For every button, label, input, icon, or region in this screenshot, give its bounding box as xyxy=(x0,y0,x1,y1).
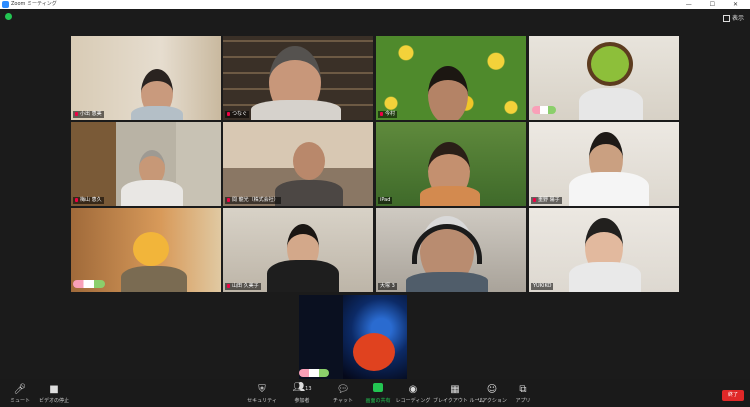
participant-name: 重野 陽子 xyxy=(531,197,562,204)
tomato-face-filter xyxy=(353,333,395,371)
participants-count: 13 xyxy=(305,386,312,392)
meeting-toolbar: 🎤︎ ミュート ■ ビデオの停止 ⛨ セキュリティ 👥︎13 参加者 💬︎ チャ… xyxy=(0,379,750,407)
breakout-rooms-button[interactable]: ▦ ブレイクアウト ルーム xyxy=(433,384,484,404)
mic-muted-icon xyxy=(533,197,536,202)
participant-body xyxy=(121,180,183,206)
video-tile-4[interactable] xyxy=(529,36,679,120)
participant-name: 大塚 3 xyxy=(378,283,397,290)
mic-muted-icon xyxy=(227,197,230,202)
share-screen-icon xyxy=(358,383,398,395)
video-camera-icon: ■ xyxy=(49,384,59,395)
video-tile-10[interactable]: 山田 久美子 xyxy=(223,208,373,292)
participant-body xyxy=(579,88,643,120)
mic-muted-icon xyxy=(75,111,78,116)
chat-bubble-icon: 💬︎ xyxy=(336,384,350,395)
participant-tshirt xyxy=(569,172,649,206)
record-button[interactable]: ◉ レコーディング xyxy=(393,384,433,404)
video-tile-6[interactable]: 間 龍光（株式会社） xyxy=(223,122,373,206)
apps-button[interactable]: ⧉ アプリ xyxy=(503,384,543,404)
chat-button[interactable]: 💬︎ チャット xyxy=(323,384,363,404)
participants-icon: 👥︎13 xyxy=(292,382,312,393)
view-button-label: 表示 xyxy=(731,15,744,22)
participant-body xyxy=(121,266,187,292)
participant-name: つなぐ xyxy=(225,111,250,118)
dango-sticker xyxy=(73,280,105,288)
participant-name: YUKIKO xyxy=(531,283,554,290)
dango-sticker xyxy=(299,369,329,377)
mic-muted-icon xyxy=(227,111,230,116)
video-tile-7[interactable]: iPad xyxy=(376,122,526,206)
participant-body xyxy=(569,262,641,292)
security-shield-icon[interactable] xyxy=(5,13,12,20)
window-title: Zoom ミーティング xyxy=(11,1,57,7)
video-tile-13[interactable] xyxy=(299,295,407,379)
video-tile-5[interactable]: 梅山 恵久 xyxy=(71,122,221,206)
participant-name: 小出 恵美 xyxy=(73,111,104,118)
window-titlebar: Zoom ミーティング — ☐ ✕ xyxy=(0,0,750,9)
window-controls[interactable]: — ☐ ✕ xyxy=(686,0,746,9)
video-tile-9[interactable] xyxy=(71,208,221,292)
participant-body xyxy=(131,106,183,120)
apps-icon: ⧉ xyxy=(519,384,527,395)
record-icon: ◉ xyxy=(408,384,418,395)
participant-body xyxy=(251,100,341,120)
video-tile-1[interactable]: 小出 恵美 xyxy=(71,36,221,120)
participant-name: 間 龍光（株式会社） xyxy=(225,197,281,204)
mic-muted-icon xyxy=(227,283,230,288)
participant-body xyxy=(267,260,339,292)
mic-muted-icon xyxy=(75,197,78,202)
security-button[interactable]: ⛨ セキュリティ xyxy=(242,384,282,404)
zoom-app-icon xyxy=(2,1,9,8)
end-meeting-button[interactable]: 終了 xyxy=(722,390,744,401)
orange-face-filter xyxy=(133,232,169,266)
stop-video-button[interactable]: ■ ビデオの停止 xyxy=(34,384,74,404)
participant-name: 今村 xyxy=(378,111,398,118)
video-tile-8[interactable]: 重野 陽子 xyxy=(529,122,679,206)
shield-icon: ⛨ xyxy=(258,384,266,395)
participant-head xyxy=(428,66,468,120)
share-screen-button[interactable]: 画面の共有 xyxy=(358,383,398,404)
breakout-rooms-icon: ▦ xyxy=(450,384,460,395)
video-tile-3[interactable]: 今村 xyxy=(376,36,526,120)
view-button[interactable]: 表示 xyxy=(722,13,744,22)
grid-view-icon xyxy=(722,15,730,22)
participant-name: iPad xyxy=(378,197,393,204)
mic-muted-icon xyxy=(380,111,383,116)
participant-head xyxy=(293,142,325,180)
participant-body xyxy=(275,180,343,206)
kiwi-face-filter xyxy=(587,42,633,86)
dango-sticker xyxy=(532,106,556,114)
participant-name: 梅山 恵久 xyxy=(73,197,104,204)
participants-button[interactable]: 👥︎13 参加者 xyxy=(282,382,322,404)
video-tile-12-active-speaker[interactable]: YUKIKO xyxy=(529,208,679,292)
participant-body xyxy=(406,272,488,292)
participant-body xyxy=(420,186,480,206)
video-tile-2[interactable]: つなぐ xyxy=(223,36,373,120)
participant-name: 山田 久美子 xyxy=(225,283,261,290)
video-tile-11[interactable]: 大塚 3 xyxy=(376,208,526,292)
